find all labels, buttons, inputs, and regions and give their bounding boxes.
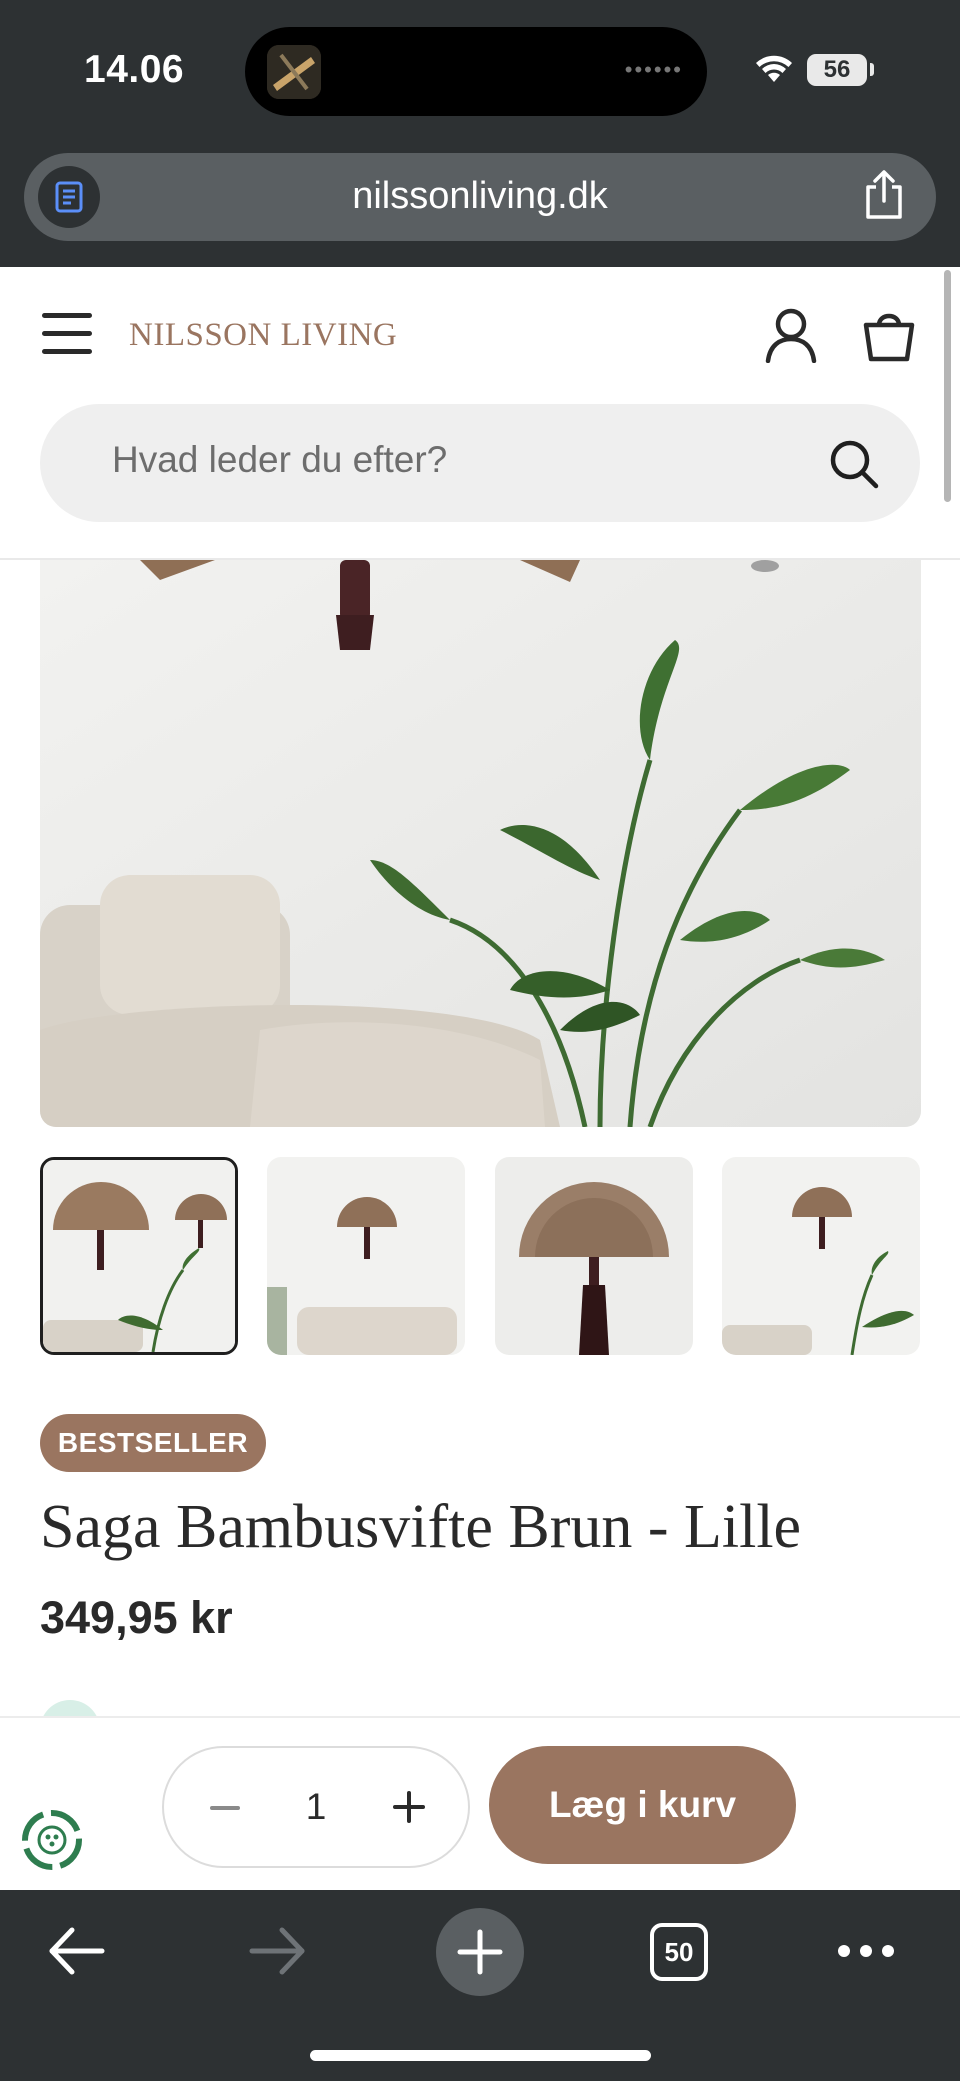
battery-tip (870, 63, 874, 76)
status-time: 14.06 (84, 48, 185, 91)
search-input[interactable] (112, 439, 812, 481)
hamburger-menu-icon[interactable] (42, 313, 94, 357)
battery-indicator: 56 (807, 54, 867, 86)
forward-arrow-icon[interactable] (246, 1920, 308, 1982)
page-scrollbar[interactable] (944, 270, 951, 502)
address-bar[interactable]: nilssonliving.dk (24, 153, 936, 241)
brand-logo[interactable]: NILSSON LIVING (129, 317, 397, 354)
dynamic-island: •••••• (245, 27, 707, 116)
now-playing-artwork (267, 45, 321, 99)
island-activity-dots: •••••• (624, 57, 683, 82)
quantity-stepper: 1 (162, 1746, 470, 1868)
thumb-large-and-small-fans-with-plant[interactable] (40, 1157, 238, 1355)
wifi-icon (756, 55, 792, 82)
search-icon[interactable] (828, 438, 880, 490)
search-bar[interactable] (40, 404, 920, 522)
add-to-cart-button[interactable]: Læg i kurv (489, 1746, 796, 1864)
url-text[interactable]: nilssonliving.dk (24, 175, 936, 218)
recycle-badge-icon[interactable] (16, 1804, 88, 1876)
back-arrow-icon[interactable] (46, 1920, 108, 1982)
more-dots-icon[interactable] (836, 1942, 896, 1960)
quantity-increase-button[interactable] (384, 1782, 434, 1832)
browser-bottom-toolbar: 50 (0, 1890, 960, 2081)
home-indicator[interactable] (310, 2050, 651, 2061)
site-header: NILSSON LIVING (0, 267, 960, 560)
product-price: 349,95 kr (40, 1592, 233, 1643)
thumb-fan-closeup-tassel[interactable] (495, 1157, 693, 1355)
plus-icon (457, 1929, 503, 1975)
new-tab-button[interactable] (436, 1908, 524, 1996)
sticky-cart-bar: 1 Læg i kurv (0, 1716, 960, 1890)
thumb-fan-above-sofa[interactable] (267, 1157, 465, 1355)
account-icon[interactable] (764, 307, 818, 363)
tab-count-button[interactable]: 50 (650, 1923, 708, 1981)
product-title: Saga Bambusvifte Brun - Lille (40, 1493, 802, 1561)
browser-top-bar: 14.06 •••••• 56 nilssonliving.dk (0, 0, 960, 267)
shopping-bag-icon[interactable] (862, 307, 916, 363)
thumb-fan-with-plant[interactable] (722, 1157, 920, 1355)
share-icon[interactable] (862, 169, 906, 221)
bestseller-badge: BESTSELLER (40, 1414, 266, 1472)
product-main-image[interactable] (40, 560, 921, 1127)
